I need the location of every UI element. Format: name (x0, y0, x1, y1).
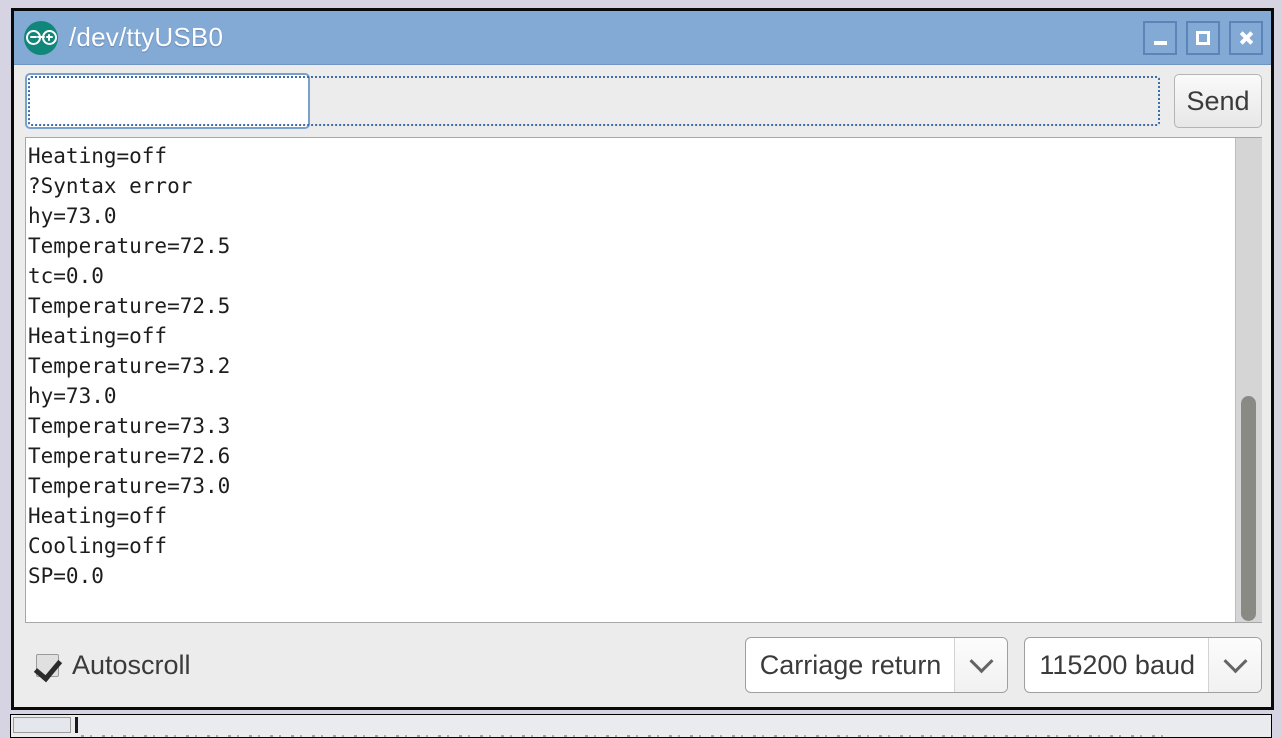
serial-monitor-window: /dev/ttyUSB0 Send Heating=off ?Syntax er… (11, 8, 1274, 710)
baud-rate-value: 115200 baud (1039, 649, 1195, 680)
background-window-toolbar (75, 717, 1269, 733)
title-bar[interactable]: /dev/ttyUSB0 (14, 11, 1271, 65)
console-area: Heating=off ?Syntax error hy=73.0 Temper… (25, 137, 1262, 623)
chevron-down-icon[interactable] (1208, 638, 1261, 692)
command-input[interactable] (25, 73, 310, 129)
console-output: Heating=off ?Syntax error hy=73.0 Temper… (28, 144, 231, 588)
send-row: Send (14, 65, 1271, 137)
send-button[interactable]: Send (1174, 74, 1262, 128)
arduino-logo-icon (24, 20, 58, 55)
background-window[interactable] (10, 714, 1272, 738)
baud-rate-select[interactable]: 115200 baud (1024, 637, 1262, 693)
console-scrollbar[interactable] (1235, 138, 1262, 622)
line-ending-select[interactable]: Carriage return (744, 637, 1009, 693)
close-button[interactable] (1229, 20, 1263, 55)
window-title: /dev/ttyUSB0 (69, 22, 224, 52)
autoscroll-label: Autoscroll (72, 649, 191, 680)
chevron-down-icon[interactable] (954, 638, 1008, 692)
checkbox-checked-icon (36, 653, 59, 677)
autoscroll-checkbox[interactable]: Autoscroll (36, 650, 191, 681)
minimize-button[interactable] (1143, 20, 1177, 55)
bottom-bar: Autoscroll Carriage return 115200 baud (14, 623, 1271, 707)
command-input-wrapper (25, 73, 1163, 129)
background-window-tab (13, 717, 71, 733)
line-ending-value: Carriage return (759, 649, 942, 680)
console-scrollbar-thumb[interactable] (1241, 396, 1256, 621)
maximize-button[interactable] (1186, 20, 1220, 55)
